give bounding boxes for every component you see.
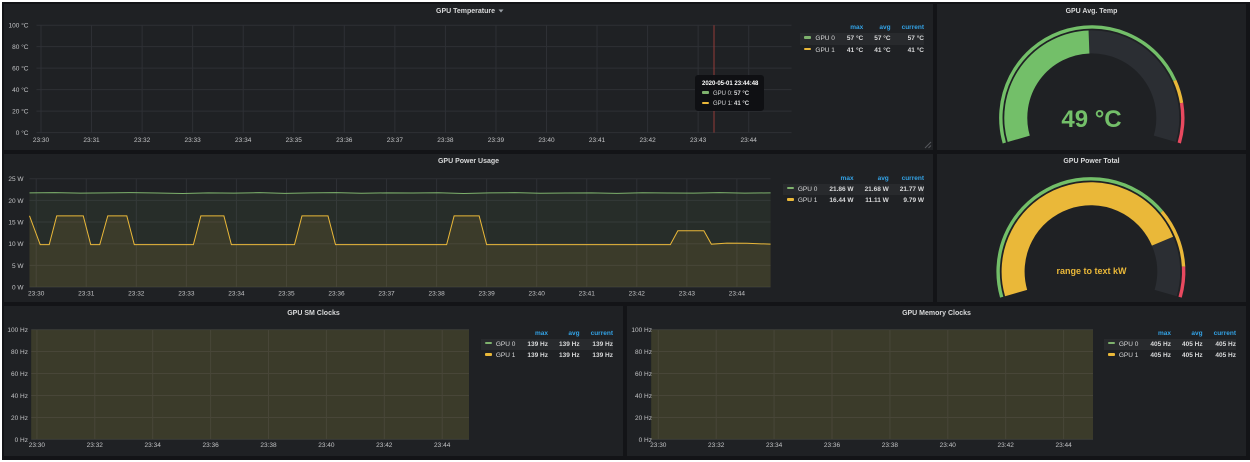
- svg-text:10 W: 10 W: [8, 241, 24, 248]
- svg-text:23:39: 23:39: [479, 290, 496, 297]
- svg-text:0 W: 0 W: [12, 285, 24, 292]
- svg-text:23:42: 23:42: [998, 442, 1015, 449]
- svg-text:23:34: 23:34: [766, 442, 783, 449]
- svg-text:23:40: 23:40: [529, 290, 546, 297]
- svg-text:80 °C: 80 °C: [12, 43, 29, 51]
- svg-text:100 °C: 100 °C: [9, 22, 29, 30]
- svg-text:20 Hz: 20 Hz: [635, 415, 652, 422]
- svg-text:23:38: 23:38: [437, 137, 454, 144]
- svg-text:23:36: 23:36: [328, 290, 345, 297]
- svg-text:23:35: 23:35: [286, 137, 303, 144]
- svg-text:23:36: 23:36: [202, 442, 219, 449]
- svg-text:23:44: 23:44: [741, 137, 758, 144]
- svg-text:23:42: 23:42: [639, 137, 656, 144]
- svg-text:23:30: 23:30: [33, 137, 50, 144]
- svg-text:80 Hz: 80 Hz: [11, 349, 28, 356]
- svg-text:23:40: 23:40: [318, 442, 335, 449]
- svg-text:100 Hz: 100 Hz: [631, 327, 652, 334]
- svg-text:60 Hz: 60 Hz: [11, 371, 28, 378]
- svg-text:23:36: 23:36: [336, 137, 353, 144]
- svg-text:23:39: 23:39: [488, 137, 505, 144]
- svg-text:23:30: 23:30: [29, 442, 46, 449]
- svg-text:23:40: 23:40: [538, 137, 555, 144]
- svg-text:23:34: 23:34: [145, 442, 162, 449]
- svg-text:23:37: 23:37: [378, 290, 395, 297]
- svg-text:60 Hz: 60 Hz: [635, 371, 652, 378]
- svg-text:23:41: 23:41: [589, 137, 606, 144]
- svg-text:23:38: 23:38: [260, 442, 277, 449]
- svg-text:23:38: 23:38: [882, 442, 899, 449]
- svg-text:0 Hz: 0 Hz: [15, 437, 28, 444]
- svg-text:23:35: 23:35: [278, 290, 295, 297]
- svg-text:23:43: 23:43: [679, 290, 696, 297]
- svg-text:23:38: 23:38: [428, 290, 445, 297]
- svg-text:40 Hz: 40 Hz: [635, 393, 652, 400]
- svg-text:23:31: 23:31: [78, 290, 95, 297]
- svg-text:23:32: 23:32: [87, 442, 104, 449]
- svg-text:23:44: 23:44: [1055, 442, 1072, 449]
- svg-text:23:32: 23:32: [134, 137, 151, 144]
- svg-text:15 W: 15 W: [8, 219, 24, 226]
- svg-text:23:37: 23:37: [387, 137, 404, 144]
- svg-text:23:42: 23:42: [376, 442, 393, 449]
- svg-text:40 Hz: 40 Hz: [11, 393, 28, 400]
- svg-text:23:30: 23:30: [650, 442, 667, 449]
- svg-text:23:34: 23:34: [235, 137, 252, 144]
- svg-text:23:42: 23:42: [629, 290, 646, 297]
- svg-text:40 °C: 40 °C: [12, 86, 29, 94]
- svg-text:25 W: 25 W: [8, 176, 24, 183]
- svg-text:20 W: 20 W: [8, 198, 24, 205]
- svg-text:23:32: 23:32: [708, 442, 725, 449]
- svg-text:23:34: 23:34: [228, 290, 245, 297]
- svg-text:60 °C: 60 °C: [12, 65, 29, 73]
- svg-text:100 Hz: 100 Hz: [7, 327, 28, 334]
- svg-text:23:43: 23:43: [690, 137, 707, 144]
- svg-text:23:31: 23:31: [83, 137, 100, 144]
- svg-text:20 Hz: 20 Hz: [11, 415, 28, 422]
- svg-text:5 W: 5 W: [12, 263, 24, 270]
- svg-text:23:30: 23:30: [28, 290, 45, 297]
- svg-text:23:33: 23:33: [178, 290, 195, 297]
- svg-text:23:40: 23:40: [940, 442, 957, 449]
- svg-text:23:41: 23:41: [579, 290, 596, 297]
- svg-text:23:44: 23:44: [729, 290, 746, 297]
- svg-text:80 Hz: 80 Hz: [635, 349, 652, 356]
- svg-text:23:44: 23:44: [434, 442, 451, 449]
- svg-text:23:33: 23:33: [185, 137, 202, 144]
- svg-text:23:32: 23:32: [128, 290, 145, 297]
- svg-text:0 °C: 0 °C: [16, 129, 29, 137]
- svg-text:20 °C: 20 °C: [12, 108, 29, 116]
- svg-text:23:36: 23:36: [824, 442, 841, 449]
